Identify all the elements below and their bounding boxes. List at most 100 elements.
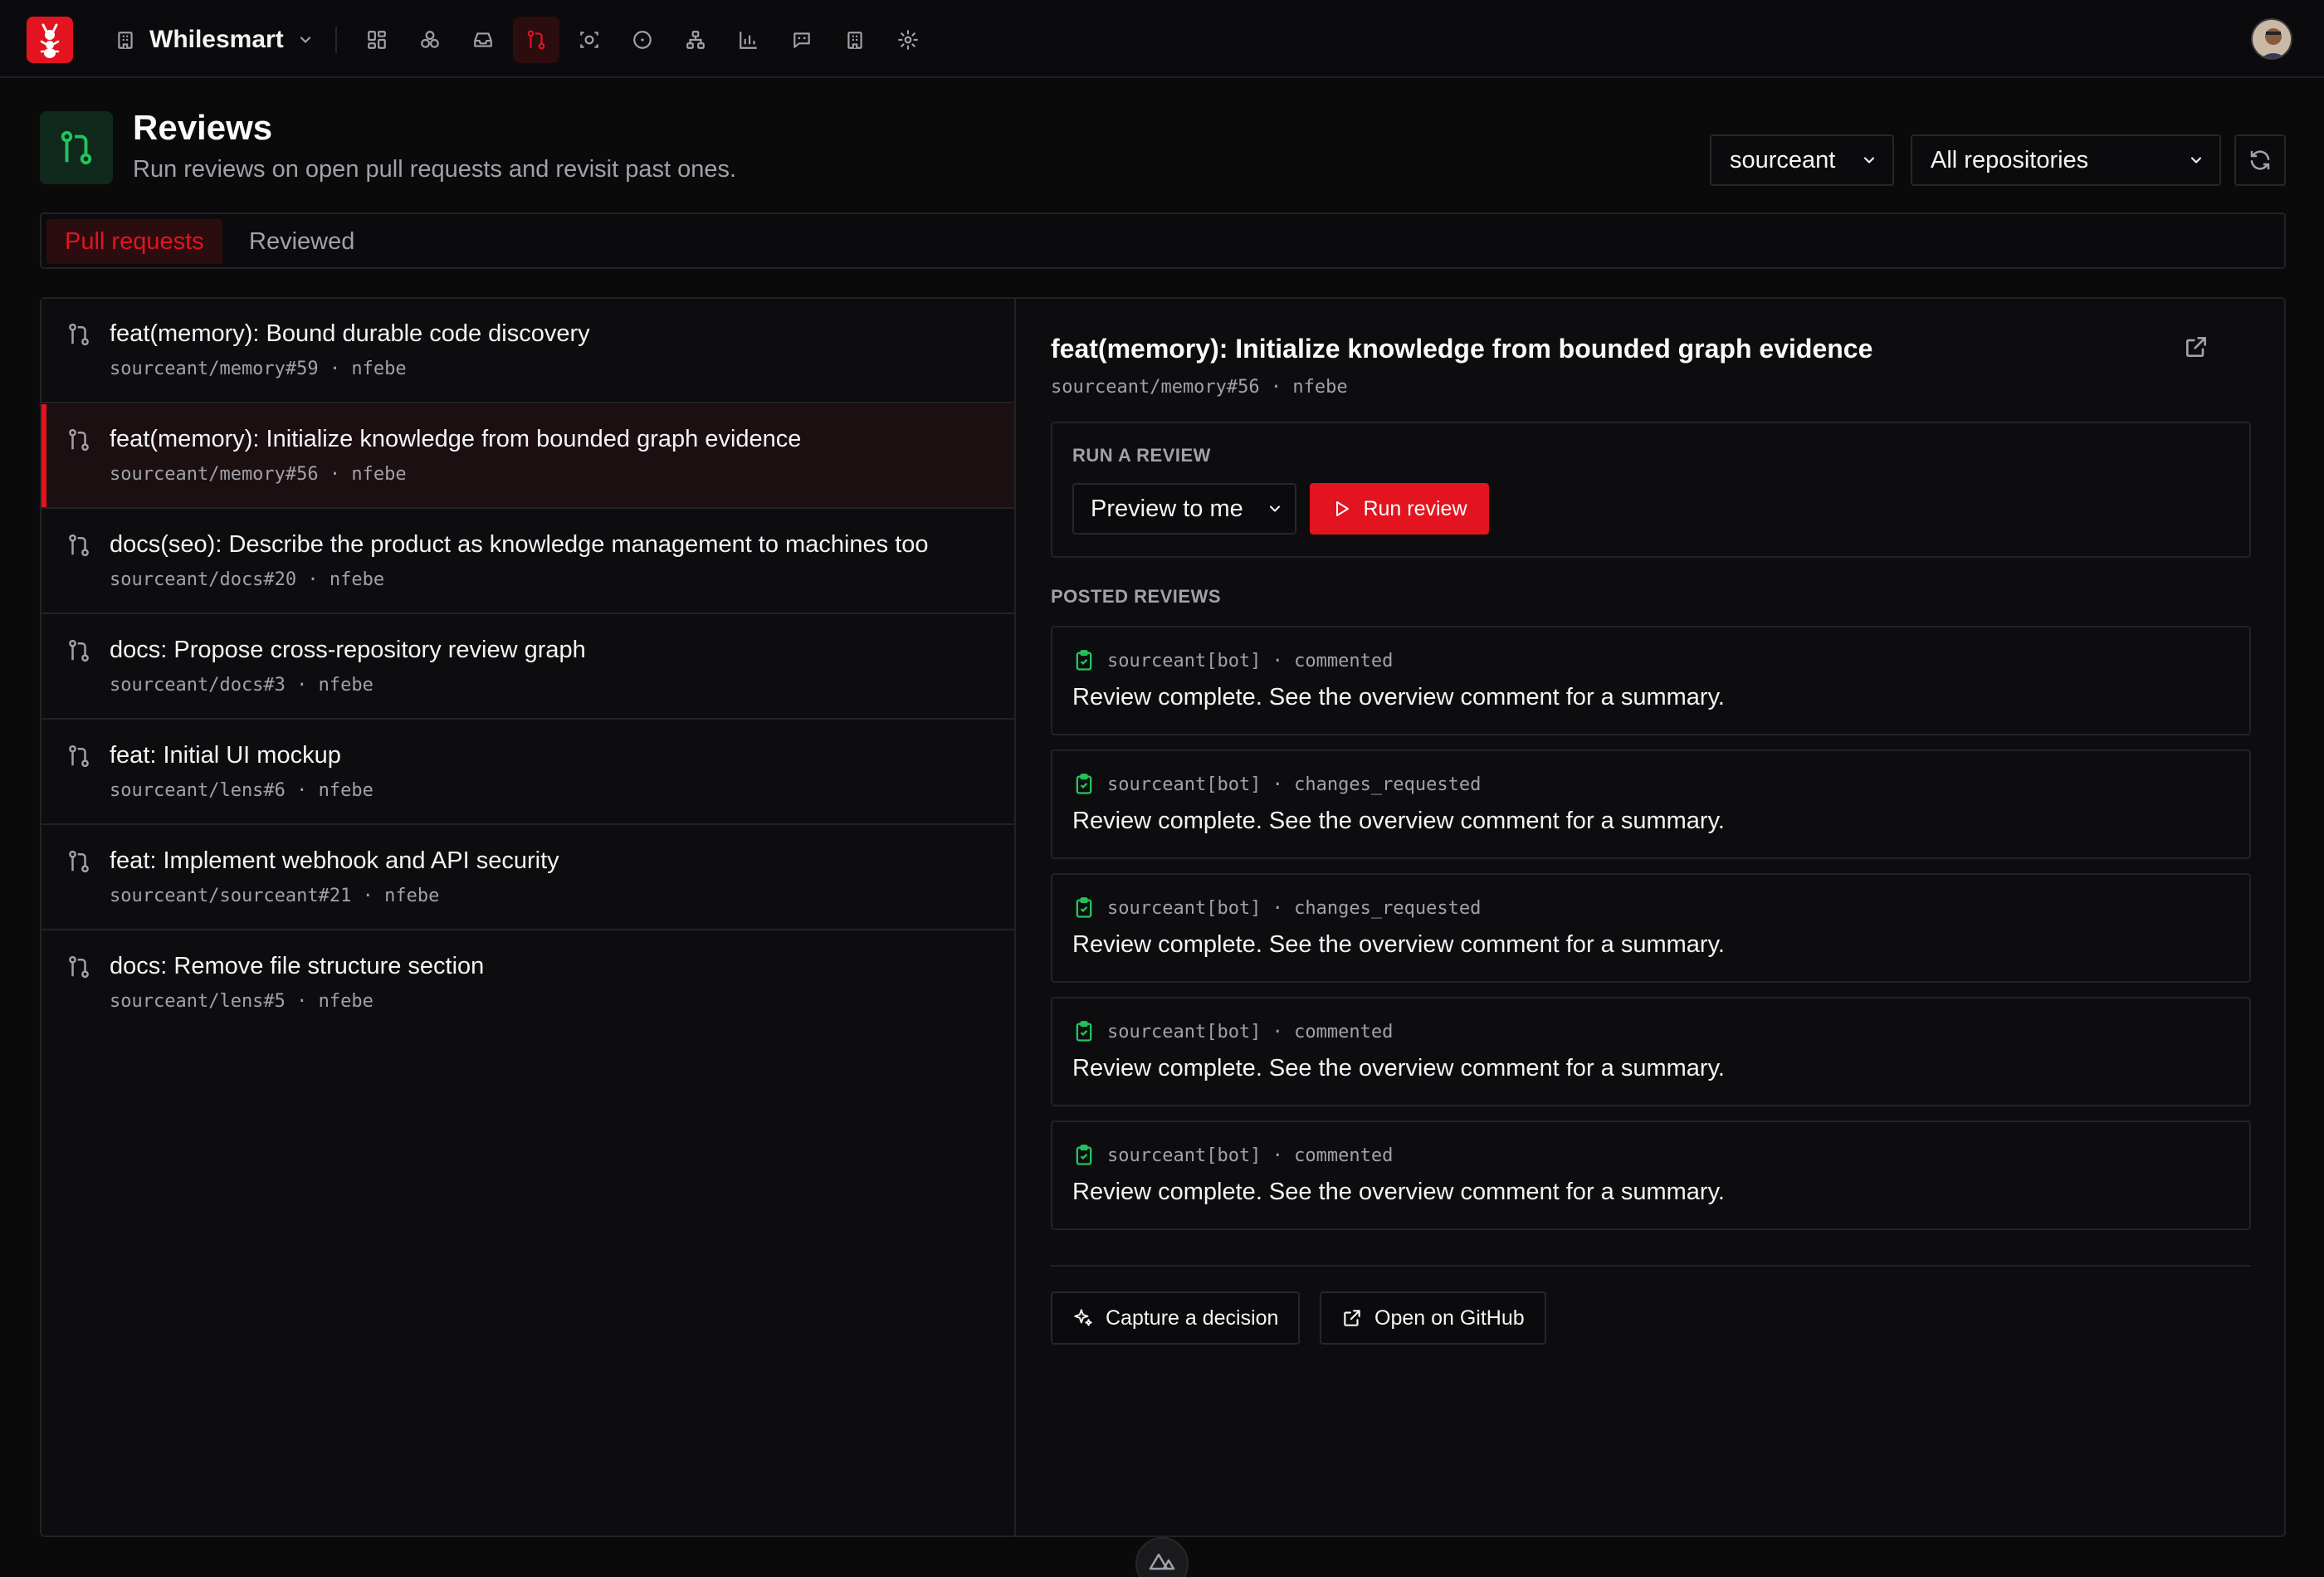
devtools-badge[interactable]	[1135, 1537, 1189, 1577]
review-card: sourceant[bot] · commented Review comple…	[1051, 997, 2251, 1106]
open-github-button[interactable]: Open on GitHub	[1320, 1291, 1546, 1345]
nav-organization[interactable]	[832, 17, 878, 63]
building-icon	[118, 32, 133, 49]
external-link-icon	[1344, 1310, 1360, 1326]
pull-request-list: feat(memory): Bound durable code discove…	[42, 299, 1016, 1536]
pr-title: docs(seo): Describe the product as knowl…	[110, 531, 929, 558]
list-item[interactable]: docs: Remove file structure section sour…	[42, 931, 1014, 1036]
pr-detail: feat(memory): Initialize knowledge from …	[1018, 299, 2286, 1536]
inbox-icon	[474, 32, 492, 47]
page-title: Reviews	[133, 108, 273, 147]
review-card: sourceant[bot] · changes_requested Revie…	[1051, 749, 2251, 859]
integrations-icon	[421, 31, 439, 48]
pr-meta: sourceant/memory#56 · nfebe	[110, 464, 407, 485]
list-item[interactable]: docs(seo): Describe the product as knowl…	[42, 510, 1014, 614]
nav-scan[interactable]	[566, 17, 613, 63]
nav-graph[interactable]	[672, 17, 719, 63]
clipboard-check-icon	[1076, 897, 1092, 918]
capture-decision-button[interactable]: Capture a decision	[1051, 1291, 1301, 1345]
external-link-icon[interactable]	[2183, 334, 2209, 360]
chevron-down-icon	[1269, 505, 1281, 512]
circle-icon	[633, 31, 652, 49]
review-mode-value: Preview to me	[1091, 495, 1243, 522]
owner-select-value: sourceant	[1730, 146, 1836, 173]
settings-icon	[898, 30, 918, 50]
nav-inbox[interactable]	[460, 17, 506, 63]
pr-meta: sourceant/docs#20 · nfebe	[110, 569, 385, 590]
clipboard-check-icon	[1076, 1145, 1092, 1165]
pr-meta: sourceant/memory#59 · nfebe	[110, 359, 407, 379]
pull-request-icon	[69, 955, 89, 979]
nav-chat[interactable]	[779, 17, 825, 63]
pull-request-icon	[69, 745, 89, 768]
pr-title: feat(memory): Bound durable code discove…	[110, 320, 590, 347]
pr-title: docs: Remove file structure section	[110, 953, 485, 979]
pull-request-icon	[69, 428, 89, 452]
pr-meta: sourceant/docs#3 · nfebe	[110, 675, 374, 696]
pull-request-icon	[69, 639, 89, 662]
reviews-panel: feat(memory): Bound durable code discove…	[40, 297, 2286, 1537]
chevron-down-icon	[300, 37, 310, 43]
page-subtitle: Run reviews on open pull requests and re…	[133, 156, 737, 183]
run-review-button[interactable]: Run review	[1310, 483, 1489, 535]
pr-meta: sourceant/sourceant#21 · nfebe	[110, 886, 440, 906]
detail-meta: sourceant/memory#56 · nfebe	[1051, 377, 1348, 398]
scan-icon	[580, 32, 598, 48]
review-body: Review complete. See the overview commen…	[1072, 1179, 1725, 1205]
review-card: sourceant[bot] · commented Review comple…	[1051, 1120, 2251, 1230]
list-item[interactable]: feat: Implement webhook and API security…	[42, 826, 1014, 930]
list-item[interactable]: feat(memory): Bound durable code discove…	[42, 299, 1014, 403]
review-meta: sourceant[bot] · changes_requested	[1107, 898, 1482, 919]
repository-select[interactable]: All repositories	[1911, 134, 2221, 186]
run-review-label: RUN A REVIEW	[1072, 445, 1211, 466]
review-body: Review complete. See the overview commen…	[1072, 684, 1725, 710]
pr-title: feat: Initial UI mockup	[110, 742, 341, 769]
clipboard-check-icon	[1076, 1021, 1092, 1042]
avatar-image	[2253, 20, 2291, 58]
nav-issues[interactable]	[619, 17, 666, 63]
nav-settings[interactable]	[885, 17, 931, 63]
sparkles-icon	[1074, 1309, 1092, 1326]
reviews-header-icon	[40, 111, 113, 184]
review-body: Review complete. See the overview commen…	[1072, 931, 1725, 958]
detail-title: feat(memory): Initialize knowledge from …	[1051, 334, 1873, 364]
nav-reviews[interactable]	[513, 17, 559, 63]
open-github-label: Open on GitHub	[1374, 1306, 1525, 1330]
main-nav	[354, 17, 931, 63]
list-item[interactable]: feat: Initial UI mockup sourceant/lens#6…	[42, 720, 1014, 825]
list-item[interactable]: feat(memory): Initialize knowledge from …	[42, 404, 1014, 509]
review-meta: sourceant[bot] · commented	[1107, 651, 1394, 671]
run-review-box: RUN A REVIEW Preview to me Run review	[1051, 422, 2251, 558]
refresh-button[interactable]	[2234, 134, 2286, 186]
repository-select-value: All repositories	[1931, 146, 2089, 173]
review-mode-select[interactable]: Preview to me	[1072, 483, 1296, 535]
org-name: Whilesmart	[149, 26, 284, 53]
tab-reviewed[interactable]: Reviewed	[231, 219, 373, 264]
pr-title: feat(memory): Initialize knowledge from …	[110, 426, 802, 452]
building-icon	[847, 32, 862, 49]
nav-divider	[335, 27, 337, 53]
run-review-label-text: Run review	[1363, 496, 1467, 520]
chevron-down-icon	[1863, 157, 1875, 164]
actions-divider	[1051, 1265, 2251, 1267]
app-logo[interactable]	[27, 17, 73, 63]
list-item[interactable]: docs: Propose cross-repository review gr…	[42, 615, 1014, 720]
nav-dashboard[interactable]	[354, 17, 400, 63]
review-meta: sourceant[bot] · commented	[1107, 1145, 1394, 1166]
review-card: sourceant[bot] · changes_requested Revie…	[1051, 873, 2251, 983]
pull-request-icon	[61, 130, 92, 165]
ant-logo-icon	[40, 23, 60, 58]
pr-title: docs: Propose cross-repository review gr…	[110, 637, 586, 663]
top-bar: Whilesmart	[0, 0, 2324, 78]
org-switcher[interactable]: Whilesmart	[115, 22, 314, 58]
tab-pull-requests[interactable]: Pull requests	[46, 219, 222, 264]
pull-request-icon	[69, 323, 89, 346]
play-icon	[1336, 501, 1350, 516]
refresh-icon	[2250, 150, 2270, 170]
user-avatar[interactable]	[2251, 18, 2292, 60]
review-tabs: Pull requests Reviewed	[40, 212, 2286, 269]
nav-analytics[interactable]	[725, 17, 772, 63]
nav-integrations[interactable]	[407, 17, 453, 63]
review-meta: sourceant[bot] · commented	[1107, 1022, 1394, 1042]
owner-select[interactable]: sourceant	[1710, 134, 1894, 186]
